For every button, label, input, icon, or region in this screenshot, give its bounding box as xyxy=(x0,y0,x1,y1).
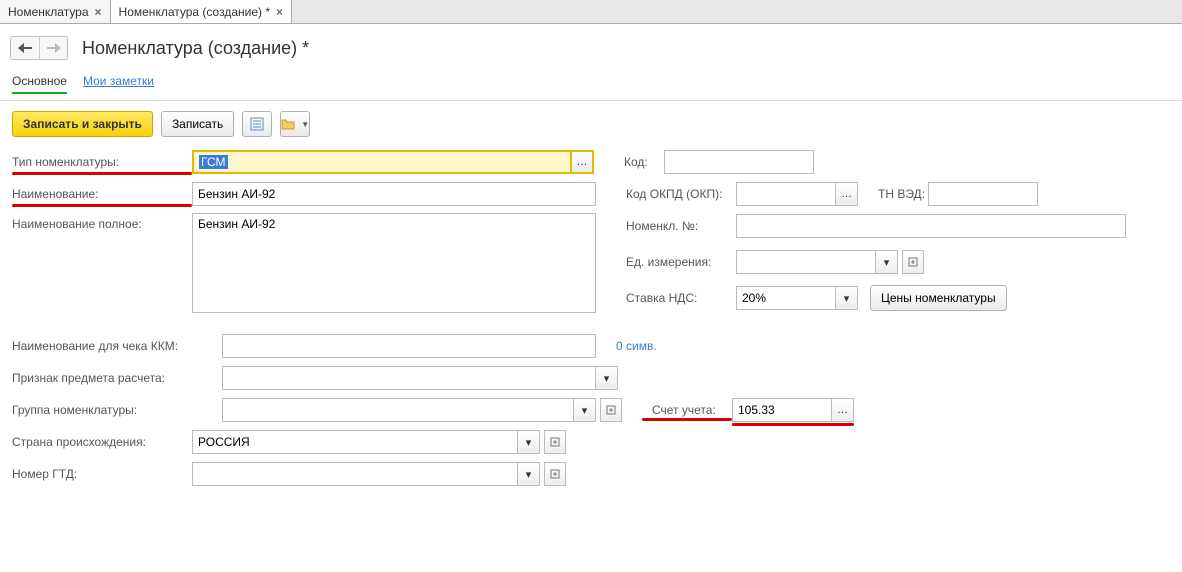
page-title: Номенклатура (создание) * xyxy=(82,38,309,59)
folder-dropdown-button[interactable]: ▼ xyxy=(280,111,310,137)
list-view-button[interactable] xyxy=(242,111,272,137)
label-gtd: Номер ГТД: xyxy=(12,463,192,485)
forward-button[interactable] xyxy=(39,37,67,59)
label-name: Наименование: xyxy=(12,183,192,205)
label-unit: Ед. измерения: xyxy=(616,255,736,269)
unit-open-button[interactable] xyxy=(902,250,924,274)
type-field[interactable]: ГСМ xyxy=(192,150,572,174)
label-nomenkl-no: Номенкл. №: xyxy=(616,219,736,233)
gtd-open-button[interactable] xyxy=(544,462,566,486)
label-kkm: Наименование для чека ККМ: xyxy=(12,335,222,357)
form: Тип номенклатуры: ГСМ … Код: Наименовани… xyxy=(0,149,1182,507)
nds-dropdown-button[interactable]: ▾ xyxy=(836,286,858,310)
nomenkl-no-input[interactable] xyxy=(736,214,1126,238)
open-icon xyxy=(606,405,616,415)
country-input[interactable] xyxy=(192,430,518,454)
tab-bar: Номенклатура × Номенклатура (создание) *… xyxy=(0,0,1182,24)
gtd-input[interactable] xyxy=(192,462,518,486)
nav-buttons xyxy=(10,36,68,60)
unit-dropdown-button[interactable]: ▾ xyxy=(876,250,898,274)
label-group: Группа номенклатуры: xyxy=(12,399,222,421)
subject-attr-input[interactable] xyxy=(222,366,596,390)
subject-attr-dropdown-button[interactable]: ▾ xyxy=(596,366,618,390)
subnav-notes[interactable]: Мои заметки xyxy=(83,74,154,94)
group-input[interactable] xyxy=(222,398,574,422)
group-open-button[interactable] xyxy=(600,398,622,422)
tab-nomenklatura[interactable]: Номенклатура × xyxy=(0,0,111,23)
chevron-down-icon: ▼ xyxy=(301,120,309,129)
label-country: Страна происхождения: xyxy=(12,431,192,453)
open-icon xyxy=(908,257,918,267)
nds-input[interactable] xyxy=(736,286,836,310)
tab-label: Номенклатура (создание) * xyxy=(119,5,270,19)
subnav-main[interactable]: Основное xyxy=(12,74,67,94)
gtd-dropdown-button[interactable]: ▾ xyxy=(518,462,540,486)
country-dropdown-button[interactable]: ▾ xyxy=(518,430,540,454)
toolbar: Записать и закрыть Записать ▼ xyxy=(0,101,1182,149)
folder-icon xyxy=(281,117,297,131)
label-tnved: ТН ВЭД: xyxy=(868,187,928,201)
type-value: ГСМ xyxy=(199,155,228,169)
label-full-name: Наименование полное: xyxy=(12,213,192,235)
label-okpd: Код ОКПД (ОКП): xyxy=(616,187,736,201)
label-nds: Ставка НДС: xyxy=(616,291,736,305)
tnved-input[interactable] xyxy=(928,182,1038,206)
label-type: Тип номенклатуры: xyxy=(12,151,192,173)
char-count[interactable]: 0 симв. xyxy=(616,339,657,353)
unit-input[interactable] xyxy=(736,250,876,274)
code-input[interactable] xyxy=(664,150,814,174)
prices-button[interactable]: Цены номенклатуры xyxy=(870,285,1007,311)
close-icon[interactable]: × xyxy=(276,5,283,19)
page-header: Номенклатура (создание) * xyxy=(0,24,1182,68)
sub-nav: Основное Мои заметки xyxy=(0,68,1182,101)
save-button[interactable]: Записать xyxy=(161,111,234,137)
label-subject-attr: Признак предмета расчета: xyxy=(12,367,222,389)
type-lookup-button[interactable]: … xyxy=(572,150,594,174)
close-icon[interactable]: × xyxy=(95,5,102,19)
tab-label: Номенклатура xyxy=(8,5,89,19)
open-icon xyxy=(550,437,560,447)
okpd-input[interactable] xyxy=(736,182,836,206)
kkm-input[interactable] xyxy=(222,334,596,358)
okpd-lookup-button[interactable]: … xyxy=(836,182,858,206)
list-icon xyxy=(250,117,264,131)
tab-nomenklatura-create[interactable]: Номенклатура (создание) * × xyxy=(111,0,292,23)
account-lookup-button[interactable]: … xyxy=(832,398,854,422)
group-dropdown-button[interactable]: ▾ xyxy=(574,398,596,422)
full-name-input[interactable] xyxy=(192,213,596,313)
label-code: Код: xyxy=(614,155,664,169)
open-icon xyxy=(550,469,560,479)
name-input[interactable] xyxy=(192,182,596,206)
country-open-button[interactable] xyxy=(544,430,566,454)
account-input[interactable] xyxy=(732,398,832,422)
save-and-close-button[interactable]: Записать и закрыть xyxy=(12,111,153,137)
back-button[interactable] xyxy=(11,37,39,59)
label-account: Счет учета: xyxy=(642,403,732,417)
